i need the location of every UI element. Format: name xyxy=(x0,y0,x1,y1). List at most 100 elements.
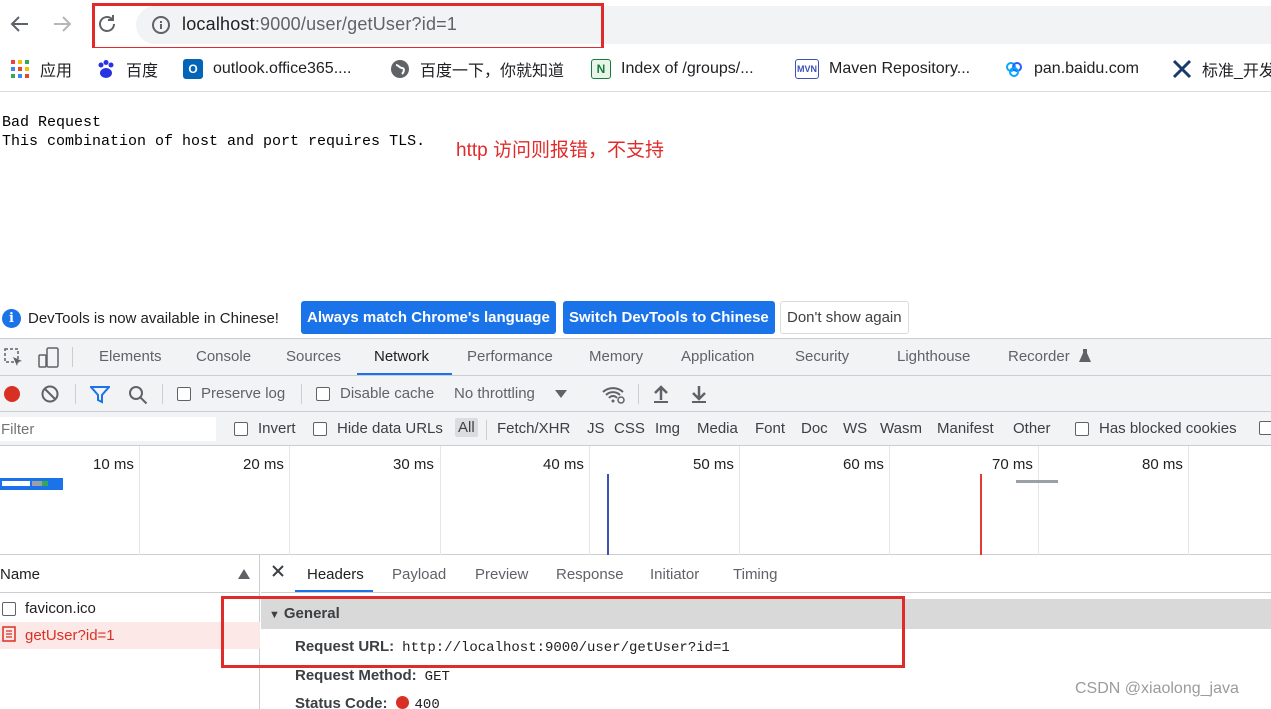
tab-elements[interactable]: Elements xyxy=(99,348,162,365)
bookmark-label: Index of /groups/... xyxy=(621,60,754,77)
tab-lighthouse[interactable]: Lighthouse xyxy=(897,348,970,365)
gridline xyxy=(589,446,590,555)
gridline xyxy=(139,446,140,555)
bookmark-baidu-search[interactable]: 百度一下，你就知道 xyxy=(390,58,564,80)
tab-preview[interactable]: Preview xyxy=(475,566,528,583)
apps-grid-icon xyxy=(10,59,30,79)
network-timeline-overview: 10 ms 20 ms 30 ms 40 ms 50 ms 60 ms 70 m… xyxy=(0,446,1271,555)
tab-response[interactable]: Response xyxy=(556,566,624,583)
timeline-tick: 10 ms xyxy=(93,456,134,473)
filter-type-js[interactable]: JS xyxy=(587,420,605,437)
tab-security[interactable]: Security xyxy=(795,348,849,365)
tab-initiator[interactable]: Initiator xyxy=(650,566,699,583)
filter-type-other[interactable]: Other xyxy=(1013,420,1051,437)
checkbox[interactable] xyxy=(313,421,327,436)
request-method-value: GET xyxy=(424,669,450,685)
tab-application[interactable]: Application xyxy=(681,348,754,365)
always-match-language-button[interactable]: Always match Chrome's language xyxy=(301,301,556,334)
checkbox[interactable] xyxy=(177,386,191,401)
preserve-log-checkbox[interactable]: Preserve log xyxy=(177,385,285,402)
watermark-text: CSDN @xiaolong_java xyxy=(1075,680,1239,697)
tab-console[interactable]: Console xyxy=(196,348,251,365)
filter-input[interactable] xyxy=(0,417,216,441)
bookmark-apps[interactable]: 应用 xyxy=(10,58,72,80)
wifi-settings-icon xyxy=(602,387,625,404)
timeline-tick: 80 ms xyxy=(1142,456,1183,473)
filter-type-img[interactable]: Img xyxy=(655,420,680,437)
import-har-button[interactable] xyxy=(652,384,670,409)
annotation-box-request-url xyxy=(221,596,905,668)
globe-icon xyxy=(390,59,410,79)
invert-checkbox[interactable]: Invert xyxy=(234,420,296,437)
filter-type-wasm[interactable]: Wasm xyxy=(880,420,922,437)
tab-timing[interactable]: Timing xyxy=(733,566,777,583)
forward-button[interactable] xyxy=(46,8,78,40)
request-name: getUser?id=1 xyxy=(25,627,115,644)
invert-label: Invert xyxy=(258,420,296,437)
download-icon xyxy=(692,386,706,403)
throttling-select[interactable]: No throttling xyxy=(454,385,567,402)
tab-network[interactable]: Network xyxy=(374,348,429,365)
error-message: Bad Request This combination of host and… xyxy=(2,113,425,151)
back-button[interactable] xyxy=(4,8,36,40)
filter-type-all[interactable]: All xyxy=(455,418,478,437)
gridline xyxy=(289,446,290,555)
arrow-left-icon xyxy=(10,16,28,32)
checkbox[interactable] xyxy=(1259,421,1271,440)
close-icon[interactable] xyxy=(272,564,284,582)
has-blocked-cookies-checkbox[interactable]: Has blocked cookies xyxy=(1075,420,1237,437)
tab-headers[interactable]: Headers xyxy=(307,566,364,583)
disable-cache-checkbox[interactable]: Disable cache xyxy=(316,385,434,402)
checkbox[interactable] xyxy=(234,421,248,436)
preserve-log-label: Preserve log xyxy=(201,385,286,402)
hide-data-urls-checkbox[interactable]: Hide data URLs xyxy=(313,420,443,437)
checkbox[interactable] xyxy=(316,386,330,401)
filter-type-fetch-xhr[interactable]: Fetch/XHR xyxy=(497,420,570,437)
bookmark-maven[interactable]: MVN Maven Repository... xyxy=(795,58,970,80)
separator xyxy=(75,384,76,404)
search-button[interactable] xyxy=(128,385,148,410)
filter-type-manifest[interactable]: Manifest xyxy=(937,420,994,437)
error-detail: This combination of host and port requir… xyxy=(2,133,426,150)
filter-type-doc[interactable]: Doc xyxy=(801,420,828,437)
search-icon xyxy=(129,386,148,405)
bookmark-outlook[interactable]: O outlook.office365.... xyxy=(183,58,351,80)
tab-performance[interactable]: Performance xyxy=(467,348,553,365)
timeline-tick: 70 ms xyxy=(992,456,1033,473)
name-column-header[interactable]: Name xyxy=(0,555,260,593)
bookmark-nexus-index[interactable]: N Index of /groups/... xyxy=(591,58,754,80)
filter-type-font[interactable]: Font xyxy=(755,420,785,437)
filter-type-css[interactable]: CSS xyxy=(614,420,645,437)
filter-type-media[interactable]: Media xyxy=(697,420,738,437)
inspect-element-icon[interactable] xyxy=(4,348,24,373)
clear-button[interactable] xyxy=(41,385,59,408)
filter-type-ws[interactable]: WS xyxy=(843,420,867,437)
timeline-tick: 20 ms xyxy=(243,456,284,473)
status-error-dot-icon xyxy=(395,696,409,709)
error-title: Bad Request xyxy=(2,114,102,131)
sort-ascending-icon xyxy=(238,569,250,579)
device-toolbar-icon[interactable] xyxy=(38,347,60,374)
network-conditions-button[interactable] xyxy=(601,384,627,411)
export-har-button[interactable] xyxy=(690,384,708,409)
request-method-row: Request Method: GET xyxy=(295,667,450,685)
tab-payload[interactable]: Payload xyxy=(392,566,446,583)
bookmark-pan-baidu[interactable]: pan.baidu.com xyxy=(1004,58,1139,80)
outlook-icon: O xyxy=(183,59,203,79)
filter-toggle-button[interactable] xyxy=(88,386,112,409)
tab-sources[interactable]: Sources xyxy=(286,348,341,365)
switch-to-chinese-button[interactable]: Switch DevTools to Chinese xyxy=(563,301,775,334)
active-tab-indicator xyxy=(295,590,373,592)
tab-memory[interactable]: Memory xyxy=(589,348,643,365)
nexus-icon: N xyxy=(591,59,611,79)
dont-show-again-button[interactable]: Don't show again xyxy=(780,301,909,334)
bookmark-baidu[interactable]: 百度 xyxy=(96,58,158,80)
request-method-key: Request Method: xyxy=(295,667,417,684)
gridline xyxy=(739,446,740,555)
tab-recorder[interactable]: Recorder xyxy=(1008,348,1070,365)
page-content: Bad Request This combination of host and… xyxy=(0,93,1271,301)
name-header-label: Name xyxy=(0,566,41,583)
record-button[interactable] xyxy=(3,385,21,408)
bookmark-standard-dev[interactable]: 标准_开发 xyxy=(1172,58,1271,80)
checkbox[interactable] xyxy=(1075,421,1089,436)
